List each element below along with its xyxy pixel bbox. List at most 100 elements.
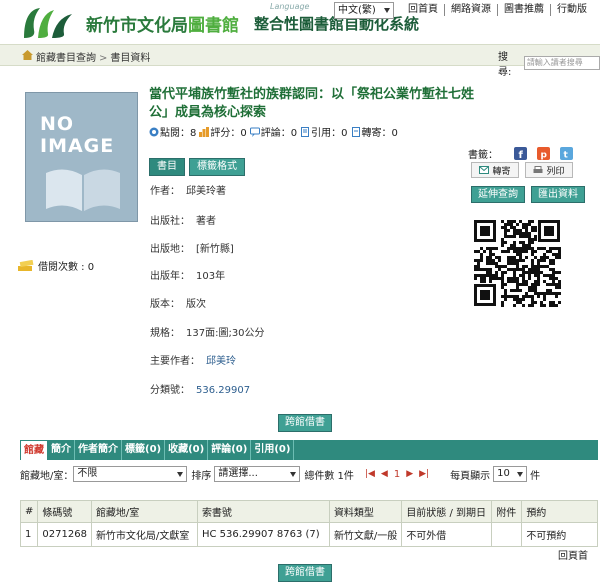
next-page-icon[interactable]: ▶ <box>406 469 413 479</box>
field-size: 規格： 137面:圖;30公分 <box>150 324 265 339</box>
forward-icon <box>351 126 360 137</box>
stat-citations: 引用：0 <box>300 124 348 139</box>
field-label: 分類號： <box>150 385 190 396</box>
facebook-icon[interactable]: f <box>514 147 527 160</box>
tab-marc-format[interactable]: 標籤格式 <box>189 158 245 176</box>
tab-bibliographic[interactable]: 書目 <box>149 158 185 176</box>
field-year: 出版年： 103年 <box>150 267 225 282</box>
tab-citations[interactable]: 引用(0) <box>251 440 295 460</box>
cite-icon <box>301 126 310 137</box>
field-place: 出版地： [新竹縣] <box>150 240 234 255</box>
page-size-unit: 件 <box>530 470 541 482</box>
location-filter-select[interactable]: 不限 <box>73 466 188 482</box>
field-label: 主要作者： <box>150 356 200 367</box>
top-link-resources[interactable]: 網路資源 <box>445 4 498 16</box>
chevron-down-icon <box>177 472 184 477</box>
table-row: 1 0271268 新竹市文化局/文獻室 HC 536.29907 8763 (… <box>19 522 598 547</box>
table-cell: 新竹文獻/一般 <box>328 522 403 547</box>
field-classification: 分類號： 536.29907 <box>150 381 250 396</box>
svg-text:t: t <box>564 151 569 161</box>
library-name-accent: 圖書館 <box>188 16 239 36</box>
record-tab-buttons: 書目 標籤格式 <box>149 158 249 176</box>
column-header: 預約 <box>521 500 598 523</box>
export-data-button[interactable]: 匯出資料 <box>531 186 585 203</box>
interlibrary-loan-button[interactable]: 跨館借書 <box>278 414 332 432</box>
open-book-icon <box>46 169 120 211</box>
book-cover: NO IMAGE <box>25 92 138 222</box>
classification-link[interactable]: 536.29907 <box>190 385 250 396</box>
svg-text:p: p <box>541 151 548 161</box>
holdings-tabs: 館藏 簡介 作者簡介 標籤(0) 收藏(0) 評論(0) 引用(0) <box>20 440 598 460</box>
stat-citations-text: 引用：0 <box>311 128 348 139</box>
extend-search-button[interactable]: 延伸查詢 <box>471 186 525 203</box>
field-value: [新竹縣] <box>196 244 234 255</box>
column-header: 目前狀態 / 到期日 <box>401 500 493 523</box>
sort-value: 請選擇... <box>218 468 258 479</box>
main-author-link[interactable]: 邱美玲 <box>200 356 236 367</box>
column-header: 資料類型 <box>328 500 403 523</box>
qr-code-icon <box>472 218 562 308</box>
tab-holdings[interactable]: 館藏 <box>20 440 48 460</box>
language-select[interactable]: 中文(繁) <box>334 2 394 19</box>
home-icon[interactable] <box>22 50 33 60</box>
twitter-icon[interactable]: t <box>560 147 573 160</box>
back-to-top-link[interactable]: 回頁首 <box>558 547 588 562</box>
prev-page-icon[interactable]: ◀ <box>381 469 388 479</box>
field-main-author: 主要作者： 邱美玲 <box>150 352 236 367</box>
first-page-icon[interactable]: |◀ <box>365 469 375 479</box>
field-publisher: 出版社： 著者 <box>150 212 216 227</box>
pager: |◀ ◀ 1 ▶ ▶| <box>362 469 432 480</box>
stat-views-text: 點閱：8 <box>160 128 197 139</box>
holdings-filters: 館藏地/室： 不限 排序 請選擇... 總件數 1件 |◀ ◀ 1 ▶ ▶| 每… <box>20 466 598 482</box>
field-label: 版本： <box>150 299 180 310</box>
top-links: 回首頁 網路資源 圖書推薦 行動版 <box>402 4 593 16</box>
table-cell: 不可外借 <box>401 522 493 547</box>
location-filter-value: 不限 <box>77 468 98 479</box>
field-label: 出版年： <box>150 271 190 282</box>
stat-forwards-text: 轉寄：0 <box>361 128 398 139</box>
breadcrumb-bar: 館藏書目查詢 > 書目資料 搜尋: 請輸入讀者搜尋 <box>0 44 600 78</box>
cover-text-image: IMAGE <box>40 135 115 157</box>
language-value: 中文(繁) <box>338 5 376 16</box>
print-button[interactable]: 列印 <box>525 162 573 178</box>
stat-comments-text: 評論：0 <box>260 128 298 139</box>
column-header: 館藏地/室 <box>90 500 198 523</box>
column-header: 條碼號 <box>37 500 92 523</box>
loan-count: 借閱次數 : 0 <box>18 258 94 273</box>
tab-author-bio[interactable]: 作者簡介 <box>75 440 122 460</box>
table-cell: HC 536.29907 8763 (7) <box>196 522 330 547</box>
sort-select[interactable]: 請選擇... <box>214 466 301 482</box>
top-link-recommend[interactable]: 圖書推薦 <box>498 4 551 16</box>
last-page-icon[interactable]: ▶| <box>419 469 429 479</box>
interlibrary-loan-button-bottom[interactable]: 跨館借書 <box>278 564 332 582</box>
send-button[interactable]: 轉寄 <box>471 162 519 178</box>
field-label: 作者： <box>150 186 180 197</box>
stat-rating-text: 評分：0 <box>210 128 247 139</box>
top-link-home[interactable]: 回首頁 <box>402 4 445 16</box>
location-filter-label: 館藏地/室： <box>20 470 74 482</box>
bookmark-share: 書籤： f p t <box>468 146 573 161</box>
book-stack-icon <box>18 259 34 271</box>
tab-favorites[interactable]: 收藏(0) <box>165 440 209 460</box>
page-size-value: 10 <box>497 468 510 479</box>
field-author: 作者： 邱美玲著 <box>150 182 226 197</box>
plurk-icon[interactable]: p <box>537 147 550 160</box>
field-value: 邱美玲著 <box>186 186 226 197</box>
send-print-buttons: 轉寄 列印 <box>471 162 579 178</box>
total-count: 總件數 1件 <box>304 470 354 482</box>
stat-views: 點閱：8 <box>149 124 196 139</box>
send-label: 轉寄 <box>492 166 511 177</box>
field-label: 出版社： <box>150 216 190 227</box>
page-size-select[interactable]: 10 <box>493 466 528 482</box>
bookmark-label: 書籤： <box>468 150 498 161</box>
search-input[interactable]: 請輸入讀者搜尋 <box>523 56 600 70</box>
tab-summary[interactable]: 簡介 <box>48 440 75 460</box>
field-value: 著者 <box>196 216 216 227</box>
library-logo-icon[interactable] <box>20 4 76 40</box>
page-current[interactable]: 1 <box>394 469 400 480</box>
breadcrumb-item-catalog[interactable]: 館藏書目查詢 <box>36 53 96 64</box>
top-link-mobile[interactable]: 行動版 <box>551 4 593 16</box>
field-value: 137面:圖;30公分 <box>186 328 265 339</box>
tab-reviews[interactable]: 評論(0) <box>208 440 252 460</box>
tab-tags[interactable]: 標籤(0) <box>122 440 166 460</box>
